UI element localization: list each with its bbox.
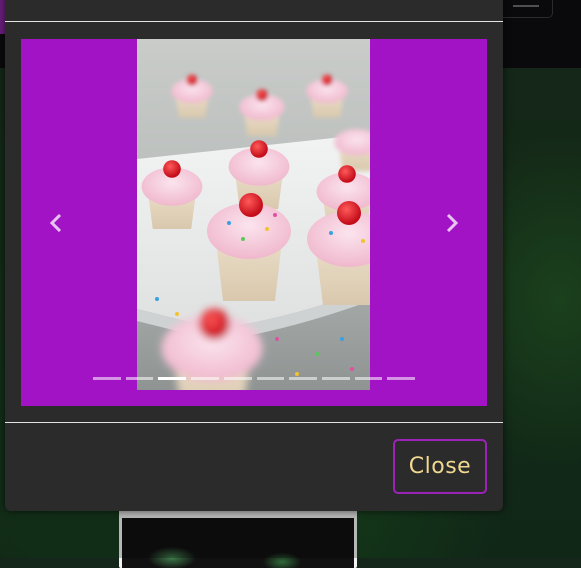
chevron-left-icon [49,213,63,232]
modal-footer-divider [5,422,503,423]
carousel-indicator[interactable] [387,377,416,380]
pink-frosted-cupcakes-photo [137,39,370,390]
carousel-indicators [93,377,416,380]
carousel-indicator[interactable] [321,377,350,380]
carousel-indicator[interactable] [93,377,121,380]
carousel-indicator[interactable] [125,377,154,380]
carousel-prev-button[interactable] [21,39,91,406]
carousel-indicator[interactable] [158,377,187,380]
modal-header-divider [5,21,503,22]
image-carousel [21,39,487,406]
carousel-indicator[interactable] [256,377,285,380]
carousel-indicator[interactable] [289,377,317,380]
carousel-indicator[interactable] [354,377,383,380]
carousel-next-button[interactable] [417,39,487,406]
chevron-right-icon [445,213,459,232]
image-modal: Close [5,0,503,511]
carousel-indicator[interactable] [191,377,219,380]
carousel-indicator[interactable] [223,377,252,380]
close-button[interactable]: Close [393,439,487,494]
